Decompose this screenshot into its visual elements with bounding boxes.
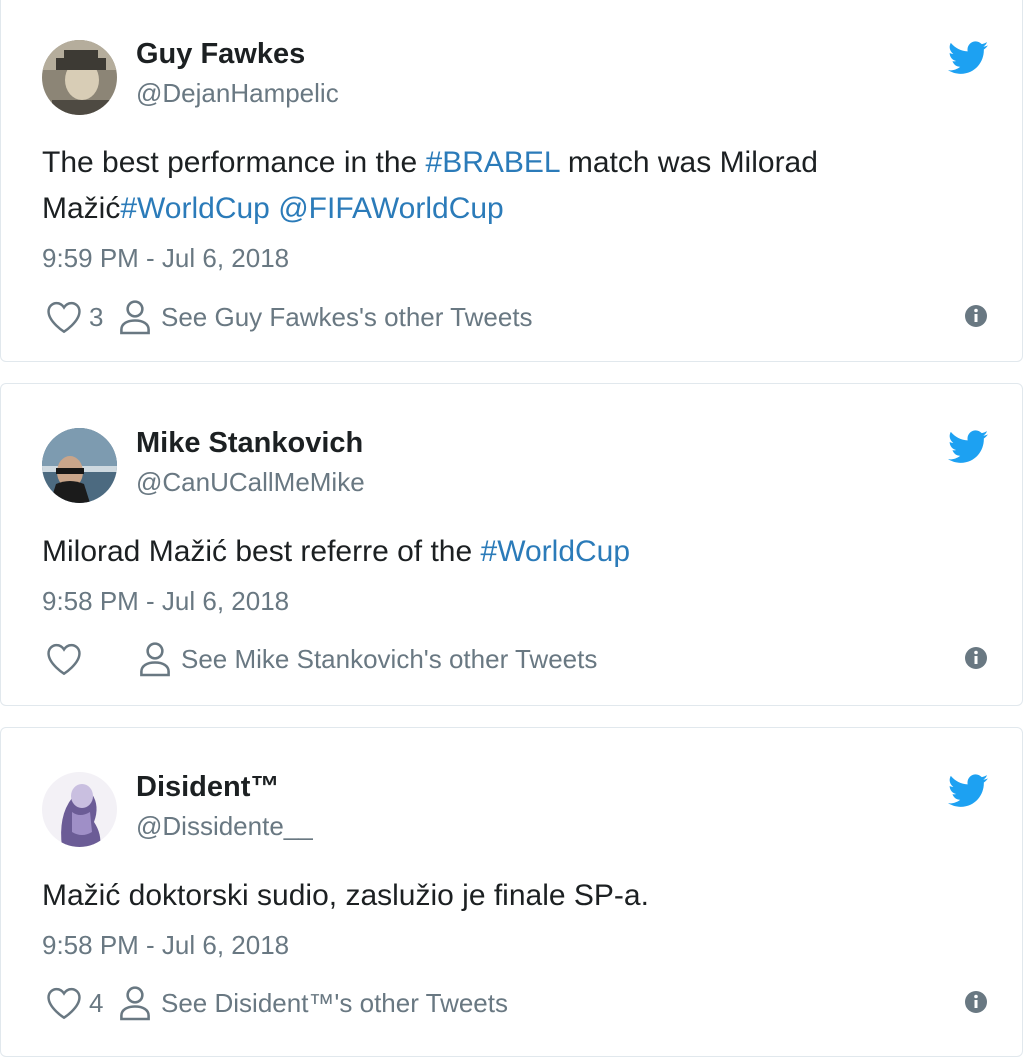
tweet-text: Milorad Mažić best referre of the #World… bbox=[42, 529, 972, 575]
person-icon[interactable] bbox=[119, 985, 151, 1021]
tweet-card[interactable]: Mike Stankovich @CanUCallMeMike Milorad … bbox=[0, 383, 1023, 706]
tweet-text-segment: Mažić doktorski sudio, zaslužio je final… bbox=[42, 879, 649, 912]
tweet-timestamp[interactable]: 9:58 PM - Jul 6, 2018 bbox=[42, 586, 289, 617]
info-icon[interactable] bbox=[964, 646, 988, 670]
avatar[interactable] bbox=[42, 40, 117, 115]
user-handle[interactable]: @DejanHampelic bbox=[136, 78, 339, 109]
tweet-text: Mažić doktorski sudio, zaslužio je final… bbox=[42, 873, 972, 919]
tweet-actions: See Mike Stankovich's other Tweets bbox=[45, 639, 597, 679]
other-tweets-link[interactable]: See Guy Fawkes's other Tweets bbox=[161, 302, 533, 333]
hashtag-link[interactable]: #WorldCup bbox=[481, 535, 631, 568]
tweet-text: The best performance in the #BRABEL matc… bbox=[42, 140, 972, 232]
tweet-card[interactable]: Guy Fawkes @DejanHampelic The best perfo… bbox=[0, 0, 1023, 362]
mention-link[interactable]: @FIFAWorldCup bbox=[278, 192, 504, 225]
other-tweets-link[interactable]: See Mike Stankovich's other Tweets bbox=[181, 644, 597, 675]
display-name[interactable]: Disident™ bbox=[136, 771, 279, 804]
user-handle[interactable]: @CanUCallMeMike bbox=[136, 467, 365, 498]
other-tweets-link[interactable]: See Disident™'s other Tweets bbox=[161, 988, 508, 1019]
user-handle[interactable]: @Dissidente__ bbox=[136, 811, 313, 842]
avatar[interactable] bbox=[42, 772, 117, 847]
tweet-timestamp[interactable]: 9:59 PM - Jul 6, 2018 bbox=[42, 243, 289, 274]
heart-icon[interactable] bbox=[45, 642, 83, 676]
info-icon[interactable] bbox=[964, 304, 988, 328]
twitter-bird-icon[interactable] bbox=[948, 774, 988, 808]
info-icon[interactable] bbox=[964, 990, 988, 1014]
hashtag-link[interactable]: #BRABEL bbox=[426, 146, 560, 179]
tweet-text-segment: The best performance in the bbox=[42, 146, 426, 179]
tweet-text-segment: Milorad Mažić best referre of the bbox=[42, 535, 481, 568]
hashtag-link[interactable]: #WorldCup bbox=[120, 192, 270, 225]
like-count[interactable]: 3 bbox=[89, 302, 111, 333]
avatar[interactable] bbox=[42, 428, 117, 503]
like-count[interactable]: 4 bbox=[89, 988, 111, 1019]
heart-icon[interactable] bbox=[45, 986, 83, 1020]
person-icon[interactable] bbox=[139, 641, 171, 677]
tweet-card[interactable]: Disident™ @Dissidente__ Mažić doktorski … bbox=[0, 727, 1023, 1057]
tweet-actions: 3 See Guy Fawkes's other Tweets bbox=[45, 297, 533, 337]
display-name[interactable]: Mike Stankovich bbox=[136, 427, 363, 460]
heart-icon[interactable] bbox=[45, 300, 83, 334]
tweet-text-segment bbox=[270, 192, 278, 225]
tweet-actions: 4 See Disident™'s other Tweets bbox=[45, 983, 508, 1023]
display-name[interactable]: Guy Fawkes bbox=[136, 38, 305, 71]
tweet-timestamp[interactable]: 9:58 PM - Jul 6, 2018 bbox=[42, 930, 289, 961]
person-icon[interactable] bbox=[119, 299, 151, 335]
twitter-bird-icon[interactable] bbox=[948, 430, 988, 464]
twitter-bird-icon[interactable] bbox=[948, 41, 988, 75]
